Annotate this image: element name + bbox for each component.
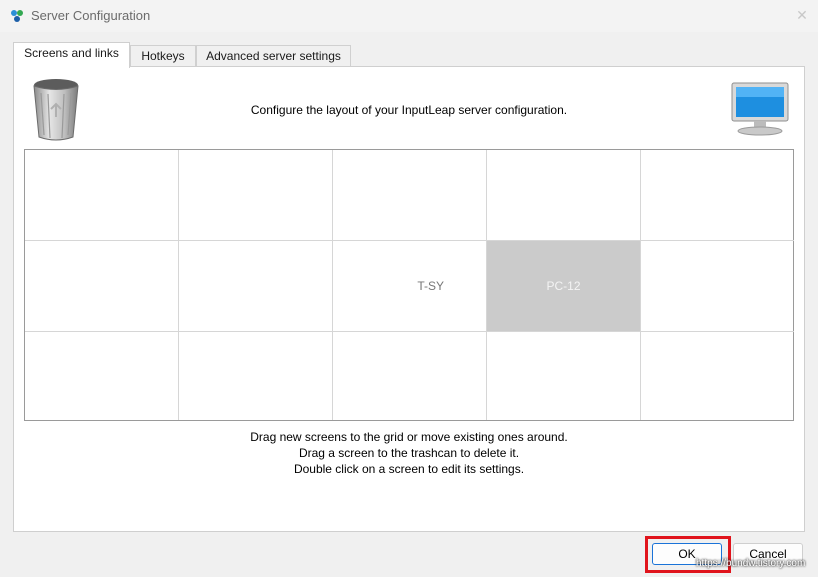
help-line: Double click on a screen to edit its set… xyxy=(293,462,525,476)
help-text: Drag new screens to the grid or move exi… xyxy=(14,429,804,477)
grid-cell[interactable] xyxy=(179,150,333,241)
screen-layout-grid[interactable]: T-SY PC-12 xyxy=(24,149,794,421)
help-line: Drag new screens to the grid or move exi… xyxy=(250,430,568,444)
title-bar: Server Configuration ✕ xyxy=(0,0,818,32)
grid-cell[interactable] xyxy=(487,332,641,420)
screen-t-sy[interactable]: T-SY xyxy=(333,241,487,332)
monitor-icon[interactable] xyxy=(730,81,790,137)
app-icon xyxy=(11,10,23,22)
tab-hotkeys[interactable]: Hotkeys xyxy=(130,45,196,68)
window-title: Server Configuration xyxy=(31,8,151,23)
grid-cell[interactable] xyxy=(179,332,333,420)
grid-cell[interactable] xyxy=(25,150,179,241)
layout-caption: Configure the layout of your InputLeap s… xyxy=(250,103,568,117)
help-line: Drag a screen to the trashcan to delete … xyxy=(298,446,520,460)
grid-cell[interactable] xyxy=(25,241,179,332)
close-icon[interactable]: ✕ xyxy=(794,7,810,23)
grid-cell[interactable] xyxy=(641,150,794,241)
grid-cell[interactable] xyxy=(487,150,641,241)
grid-cell[interactable] xyxy=(333,332,487,420)
screen-pc-12[interactable]: PC-12 xyxy=(487,241,641,332)
grid-cell[interactable] xyxy=(25,332,179,420)
grid-cell[interactable] xyxy=(179,241,333,332)
grid-cell[interactable] xyxy=(333,150,487,241)
watermark: https://bundw.tistory.com xyxy=(696,558,806,569)
screens-panel: Configure the layout of your InputLeap s… xyxy=(13,66,805,532)
tab-screens-and-links[interactable]: Screens and links xyxy=(13,42,130,68)
grid-cell[interactable] xyxy=(641,332,794,420)
tab-advanced-server-settings[interactable]: Advanced server settings xyxy=(196,45,351,68)
grid-cell[interactable] xyxy=(641,241,794,332)
